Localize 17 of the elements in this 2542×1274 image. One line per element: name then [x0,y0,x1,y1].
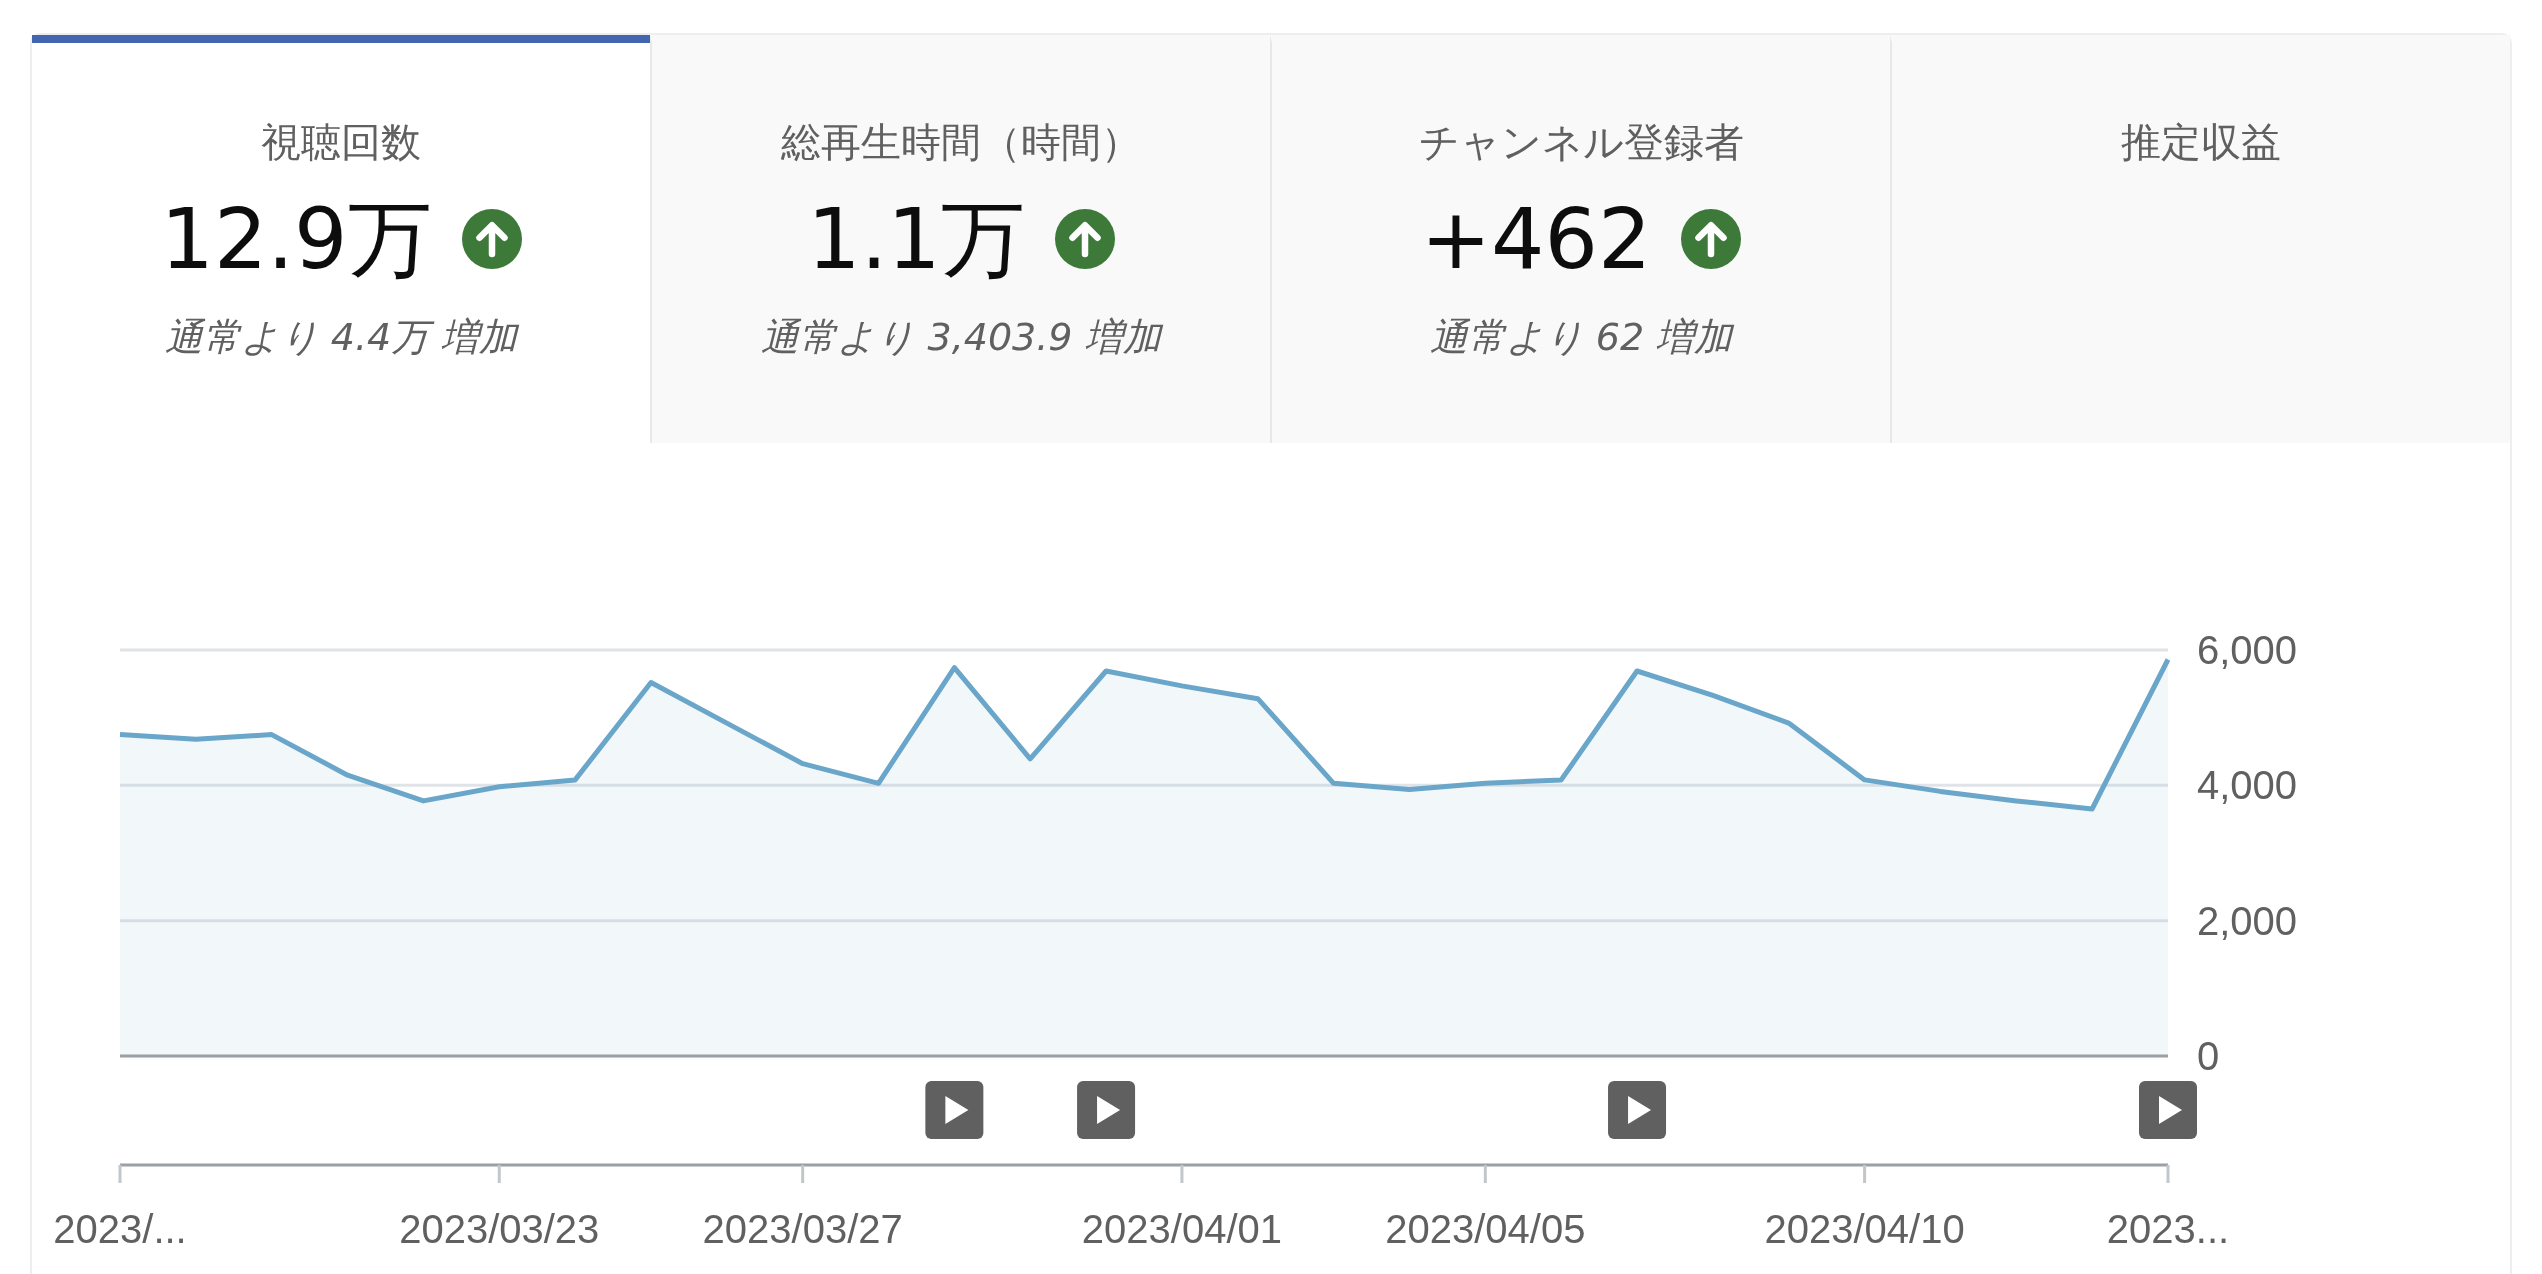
y-axis-label: 0 [2197,1034,2220,1078]
x-axis-label: 2023/04/01 [1081,1207,1283,1251]
x-axis-label: 2023/... [53,1207,187,1251]
metric-tab[interactable]: チャンネル登録者 +462 通常より 62 増加 [1270,35,1890,443]
metric-value: +462 [1420,189,1652,290]
metric-tab[interactable]: 総再生時間（時間） 1.1万 通常より 3,403.9 増加 [650,35,1270,443]
x-axis-label: 2023... [2106,1207,2230,1251]
metric-tab[interactable]: 推定収益 [1890,35,2510,443]
y-axis-label: 4,000 [2197,763,2298,808]
x-axis-label: 2023/04/05 [1385,1207,1586,1251]
x-axis-label: 2023/03/23 [399,1207,600,1251]
metric-value: 1.1万 [807,189,1025,290]
metric-value: 12.9万 [160,189,432,290]
x-axis-label: 2023/04/10 [1764,1207,1965,1251]
y-axis-label: 6,000 [2197,628,2298,672]
x-axis-label: 2023/03/27 [702,1207,903,1251]
y-axis-label: 2,000 [2197,898,2298,943]
